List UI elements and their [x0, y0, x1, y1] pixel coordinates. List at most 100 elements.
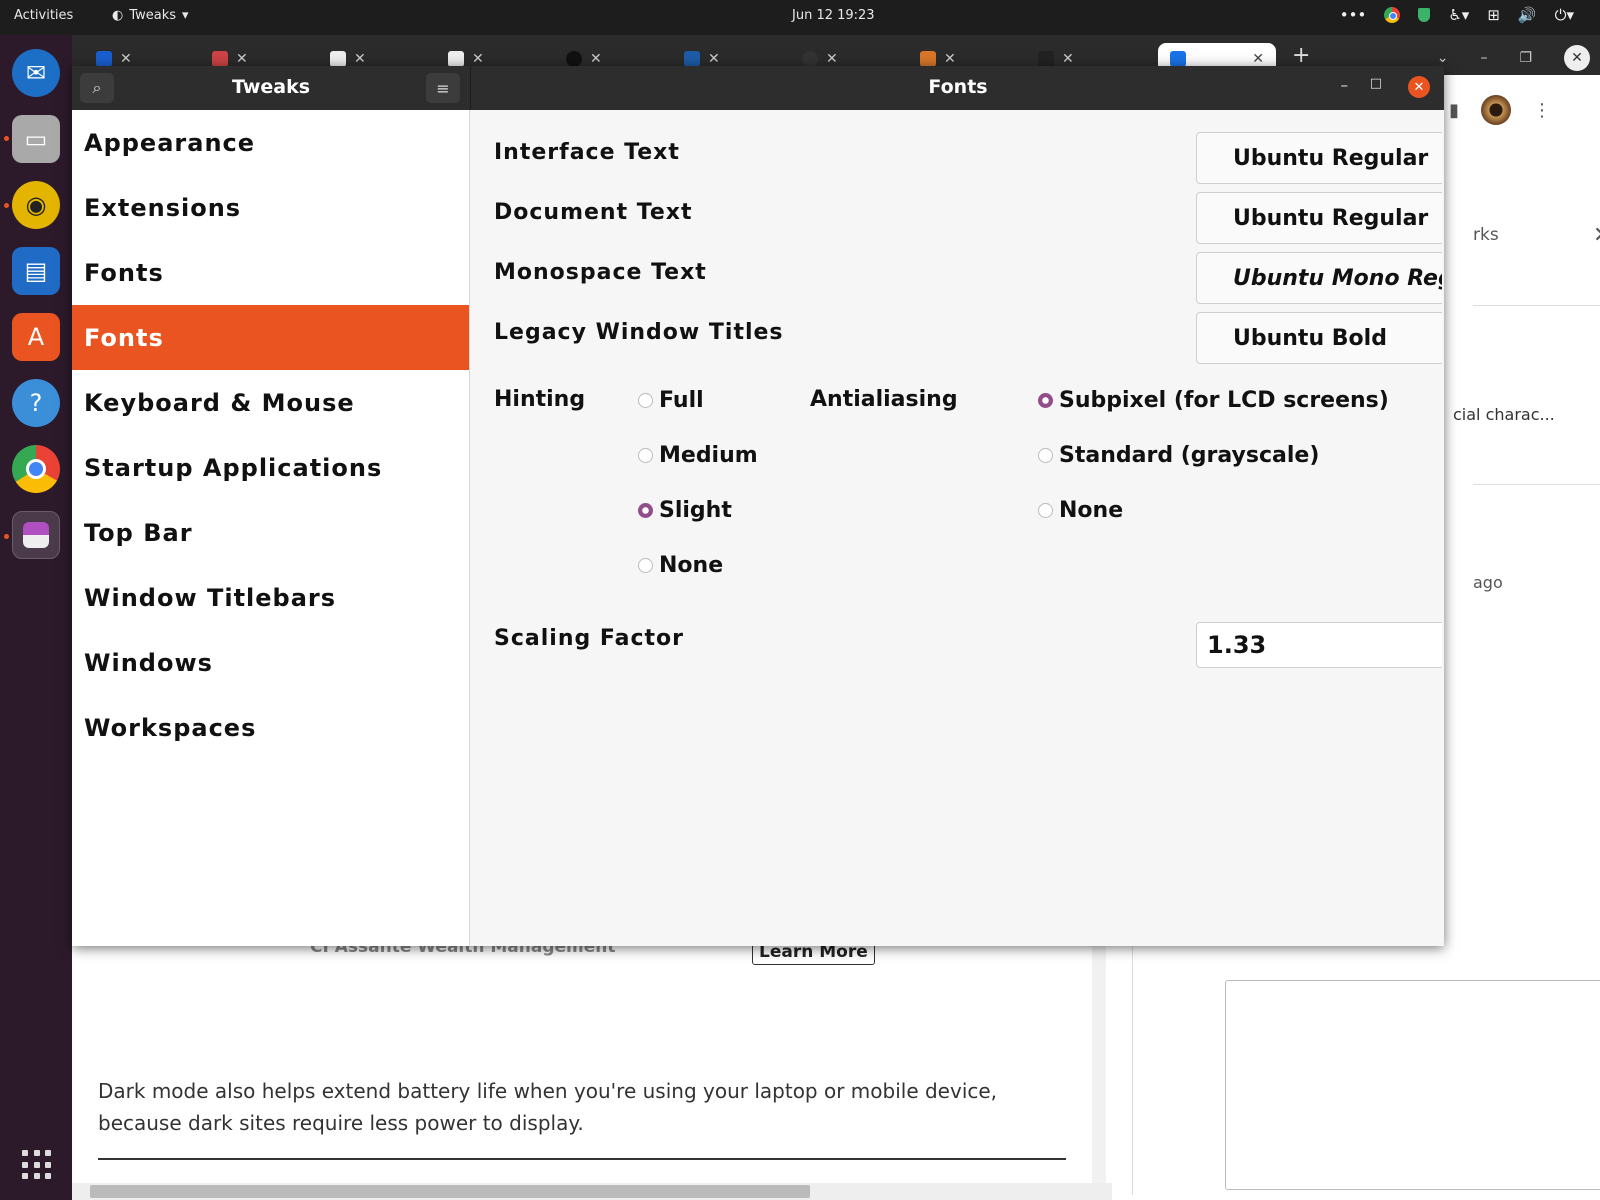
sidebar-item-general[interactable]: Fonts	[72, 240, 469, 305]
document-text-font-button[interactable]: Ubuntu Regular	[1196, 192, 1442, 244]
more-icon[interactable]: •••	[1340, 6, 1367, 24]
sidebar-item-window-titlebars[interactable]: Window Titlebars	[72, 565, 469, 630]
sidebar-item-windows[interactable]: Windows	[72, 630, 469, 695]
top-bar: Activities ◐ Tweaks ▾ Jun 12 19:23 ••• ♿…	[0, 0, 1600, 35]
side-panel-icon[interactable]: ▮	[1449, 100, 1459, 121]
interface-text-label: Interface Text	[494, 140, 680, 165]
help-icon[interactable]: ?	[12, 379, 60, 427]
tab-search-icon[interactable]: ⌄	[1437, 50, 1449, 66]
power-icon[interactable]: ⏻▾	[1555, 6, 1574, 24]
close-icon[interactable]: ✕	[826, 51, 838, 67]
close-icon[interactable]: ✕	[708, 51, 720, 67]
wikipedia-icon	[448, 51, 464, 67]
hamburger-menu-icon[interactable]: ≡	[426, 73, 460, 103]
rhythmbox-icon[interactable]: ◉	[12, 181, 60, 229]
sidebar-item-fonts[interactable]: Fonts	[72, 305, 469, 370]
sidebar-item-startup-applications[interactable]: Startup Applications	[72, 435, 469, 500]
antialiasing-none-radio[interactable]: None	[1038, 498, 1123, 523]
briefcase-icon	[212, 51, 228, 67]
close-icon[interactable]: ✕	[1408, 76, 1430, 98]
scrollbar-thumb[interactable]	[90, 1185, 810, 1198]
hinting-slight-radio[interactable]: Slight	[638, 498, 732, 523]
app-menu-label: Tweaks	[129, 8, 177, 23]
radio-indicator	[638, 393, 653, 408]
new-tab-icon[interactable]: +	[1292, 43, 1310, 68]
close-icon[interactable]: ✕	[354, 51, 366, 67]
sidebar-item-workspaces[interactable]: Workspaces	[72, 695, 469, 760]
sidebar: Appearance Extensions Fonts Fonts Keyboa…	[72, 110, 470, 946]
article-paragraph: Dark mode also helps extend battery life…	[98, 1079, 998, 1135]
game-icon	[1038, 51, 1054, 67]
scaling-factor-input[interactable]	[1196, 622, 1442, 668]
close-icon[interactable]: ✕	[1062, 51, 1074, 67]
hinting-medium-radio[interactable]: Medium	[638, 443, 758, 468]
antialiasing-standard-radio[interactable]: Standard (grayscale)	[1038, 443, 1319, 468]
close-icon[interactable]: ✕	[120, 51, 132, 67]
hinting-none-radio[interactable]: None	[638, 553, 723, 578]
avatar[interactable]	[1481, 95, 1511, 125]
close-icon[interactable]: ✕	[472, 51, 484, 67]
kebab-menu-icon[interactable]: ⋮	[1533, 100, 1551, 121]
interface-text-font-button[interactable]: Ubuntu Regular	[1196, 132, 1442, 184]
chevron-down-icon: ▾	[182, 8, 189, 23]
github-icon	[566, 51, 582, 67]
radio-indicator	[638, 448, 653, 463]
monospace-text-font-button[interactable]: Ubuntu Mono Regular	[1196, 252, 1442, 304]
close-icon[interactable]: ✕	[1564, 45, 1590, 71]
browser-window-controls: ⌄ – ❐ ✕	[1437, 45, 1590, 71]
minimize-icon[interactable]: –	[1341, 76, 1349, 94]
accessibility-icon[interactable]: ♿▾	[1448, 6, 1469, 24]
fonts-page: Interface Text Ubuntu Regular Document T…	[470, 110, 1444, 946]
writer-icon[interactable]: ▤	[12, 247, 60, 295]
app-title: Tweaks	[231, 76, 311, 98]
files-icon[interactable]: ▭	[12, 115, 60, 163]
chrome-tray-icon[interactable]	[1384, 7, 1401, 23]
scaling-factor-label: Scaling Factor	[494, 626, 684, 651]
running-indicator	[4, 136, 9, 141]
horizontal-scrollbar[interactable]	[72, 1183, 1112, 1200]
page-title: Fonts	[928, 76, 988, 98]
app-menu[interactable]: ◐ Tweaks ▾	[112, 8, 189, 23]
tweaks-icon[interactable]	[12, 511, 60, 559]
close-icon[interactable]: ✕	[944, 51, 956, 67]
dock: ✉ ▭ ◉ ▤ A ?	[0, 35, 72, 1200]
app-center-icon[interactable]: A	[12, 313, 60, 361]
running-indicator	[4, 203, 9, 208]
close-icon[interactable]: ✕	[590, 51, 602, 67]
legacy-window-titles-label: Legacy Window Titles	[494, 320, 784, 345]
hinting-full-label: Full	[659, 388, 704, 413]
chrome-icon[interactable]	[12, 445, 60, 493]
show-apps-icon[interactable]	[22, 1150, 52, 1180]
hinting-medium-label: Medium	[659, 443, 758, 468]
translate-icon	[684, 51, 700, 67]
thunderbird-icon[interactable]: ✉	[12, 49, 60, 97]
monospace-text-label: Monospace Text	[494, 260, 707, 285]
shield-icon[interactable]	[1418, 8, 1431, 22]
close-icon[interactable]: ✕	[1252, 51, 1264, 67]
volume-icon[interactable]: 🔊	[1518, 6, 1537, 24]
activities-button[interactable]: Activities	[14, 8, 73, 23]
sidebar-item-keyboard-mouse[interactable]: Keyboard & Mouse	[72, 370, 469, 435]
minimize-icon[interactable]: –	[1480, 50, 1487, 66]
hinting-full-radio[interactable]: Full	[638, 388, 704, 413]
radio-indicator-selected	[638, 503, 653, 518]
content-headerbar: Fonts – □ ✕	[470, 66, 1444, 110]
tweaks-window: ⌕ Tweaks ≡ Fonts – □ ✕ Appearance Extens…	[72, 66, 1444, 946]
antialiasing-subpixel-radio[interactable]: Subpixel (for LCD screens)	[1038, 388, 1389, 413]
close-icon[interactable]: ✕	[1593, 223, 1600, 248]
sidebar-item-extensions[interactable]: Extensions	[72, 175, 469, 240]
antialiasing-none-label: None	[1059, 498, 1124, 523]
page-icon	[1170, 51, 1186, 67]
maximize-icon[interactable]: □	[1370, 76, 1382, 91]
legacy-window-titles-font-button[interactable]: Ubuntu Bold	[1196, 312, 1442, 364]
panel-box	[1225, 980, 1600, 1190]
antialiasing-subpixel-label: Subpixel (for LCD screens)	[1059, 388, 1389, 413]
divider	[98, 1158, 1066, 1160]
clock[interactable]: Jun 12 19:23	[792, 8, 875, 23]
maximize-icon[interactable]: ❐	[1519, 50, 1532, 66]
close-icon[interactable]: ✕	[236, 51, 248, 67]
network-icon[interactable]: ⊞	[1487, 6, 1500, 24]
sidebar-item-appearance[interactable]: Appearance	[72, 110, 469, 175]
sidebar-item-top-bar[interactable]: Top Bar	[72, 500, 469, 565]
panel-item-fragment[interactable]: cial charac...	[1453, 405, 1555, 424]
